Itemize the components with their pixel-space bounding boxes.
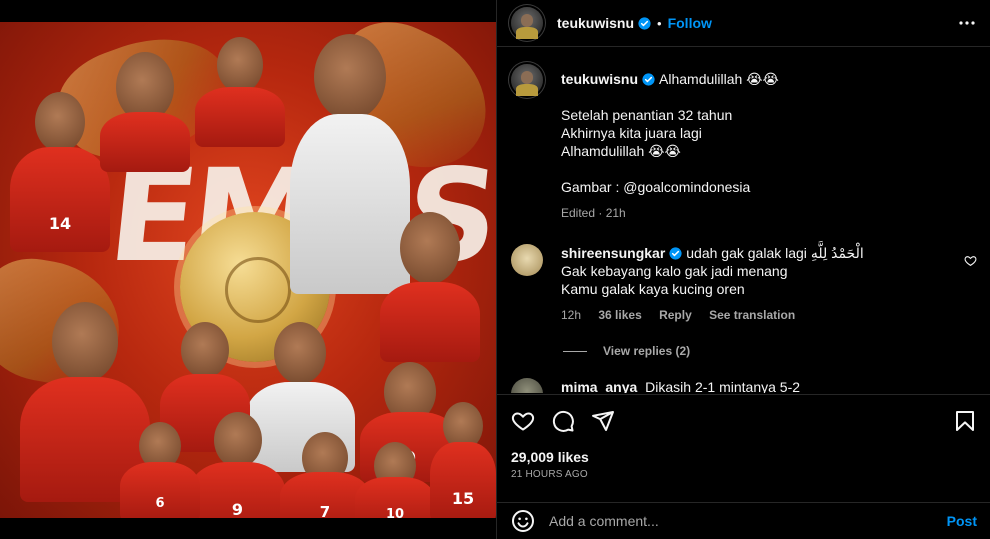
player-figure <box>380 212 480 362</box>
caption-username[interactable]: teukuwisnu <box>561 71 638 87</box>
add-comment-bar: Post <box>497 502 990 539</box>
jersey-number: 15 <box>451 488 475 508</box>
comments-section[interactable]: teukuwisnu Alhamdulillah 😭😭 Setelah penan… <box>497 48 990 393</box>
post-time: 21 HOURS AGO <box>511 469 588 480</box>
comment-likes[interactable]: 36 likes <box>598 308 641 322</box>
caption-text: Setelah penantian 32 tahun Akhirnya kita… <box>561 106 977 196</box>
comment-first-line: udah gak galak lagi الْحَمْدُ لِلَّهِ <box>686 245 864 261</box>
emoji-icon[interactable] <box>511 509 535 533</box>
post-comment-button[interactable]: Post <box>947 513 977 529</box>
caption-line: Alhamdulillah 😭😭 <box>561 143 681 159</box>
jersey-number: 7 <box>319 503 331 518</box>
player-figure: 9 <box>190 412 285 518</box>
caption-line: Gambar : @goalcomindonesia <box>561 179 751 195</box>
bookmark-icon[interactable] <box>953 409 977 433</box>
jersey-number: 9 <box>231 500 244 518</box>
view-replies-label: View replies (2) <box>603 344 691 358</box>
player-figure: 10 <box>355 442 435 518</box>
player-figure <box>195 37 285 147</box>
caption-line: Setelah penantian 32 tahun <box>561 107 733 123</box>
commenter-username[interactable]: shireensungkar <box>561 245 665 261</box>
caption-author-avatar[interactable] <box>511 64 543 96</box>
comment-item: shireensungkar udah gak galak lagi الْحَم… <box>511 244 977 324</box>
share-icon[interactable] <box>591 409 615 433</box>
commenter-username[interactable]: mima_anya <box>561 379 637 393</box>
post-actions: 29,009 likes 21 HOURS AGO <box>497 394 990 480</box>
comment-input[interactable] <box>549 513 947 529</box>
caption-meta: Edited · 21h <box>561 206 626 220</box>
comment-time: 12h <box>561 308 582 322</box>
verified-badge-icon <box>638 16 651 30</box>
player-figure: 6 <box>120 422 200 518</box>
player-figure: 15 <box>430 402 496 518</box>
verified-badge-icon <box>669 247 682 260</box>
author-avatar[interactable] <box>511 7 543 39</box>
jersey-number: 10 <box>385 507 405 518</box>
commenter-avatar[interactable] <box>511 244 543 276</box>
player-figure: 14 <box>10 92 110 252</box>
see-translation-button[interactable]: See translation <box>709 308 795 322</box>
comment-line: Kamu galak kaya kucing oren <box>561 281 745 297</box>
post-sidebar: teukuwisnu • Follow teukuwisnu Alhamduli… <box>496 0 990 539</box>
more-options-icon[interactable] <box>957 13 977 33</box>
instagram-post-modal: EMAS 14 9 <box>0 0 990 539</box>
post-image[interactable]: EMAS 14 9 <box>0 22 496 518</box>
reply-button[interactable]: Reply <box>659 308 692 322</box>
heart-icon[interactable] <box>511 409 535 433</box>
comment-line: Gak kebayang kalo gak jadi menang <box>561 263 788 279</box>
author-username[interactable]: teukuwisnu <box>557 15 634 31</box>
separator-dot: • <box>657 15 662 31</box>
comment-text: Dikasih 2-1 mintanya 5-2 <box>645 379 801 393</box>
post-caption: teukuwisnu Alhamdulillah 😭😭 Setelah penan… <box>511 64 977 222</box>
replies-dash <box>563 350 587 352</box>
post-image-area: EMAS 14 9 <box>0 0 496 539</box>
like-count[interactable]: 29,009 likes <box>511 449 977 465</box>
caption-line: Akhirnya kita juara lagi <box>561 125 702 141</box>
verified-badge-icon <box>642 73 655 86</box>
player-figure <box>100 52 190 172</box>
comment-item: mima_anya Dikasih 2-1 mintanya 5-2 <box>511 378 977 393</box>
view-replies-button[interactable]: View replies (2) <box>563 344 977 358</box>
jersey-number: 6 <box>155 496 165 512</box>
follow-button[interactable]: Follow <box>668 15 712 31</box>
commenter-avatar[interactable] <box>511 378 543 393</box>
comment-icon[interactable] <box>551 409 575 433</box>
jersey-number: 14 <box>48 214 72 234</box>
comment-like-heart-icon[interactable] <box>964 254 977 267</box>
post-header: teukuwisnu • Follow <box>497 0 990 47</box>
caption-first-line: Alhamdulillah 😭😭 <box>659 71 779 87</box>
